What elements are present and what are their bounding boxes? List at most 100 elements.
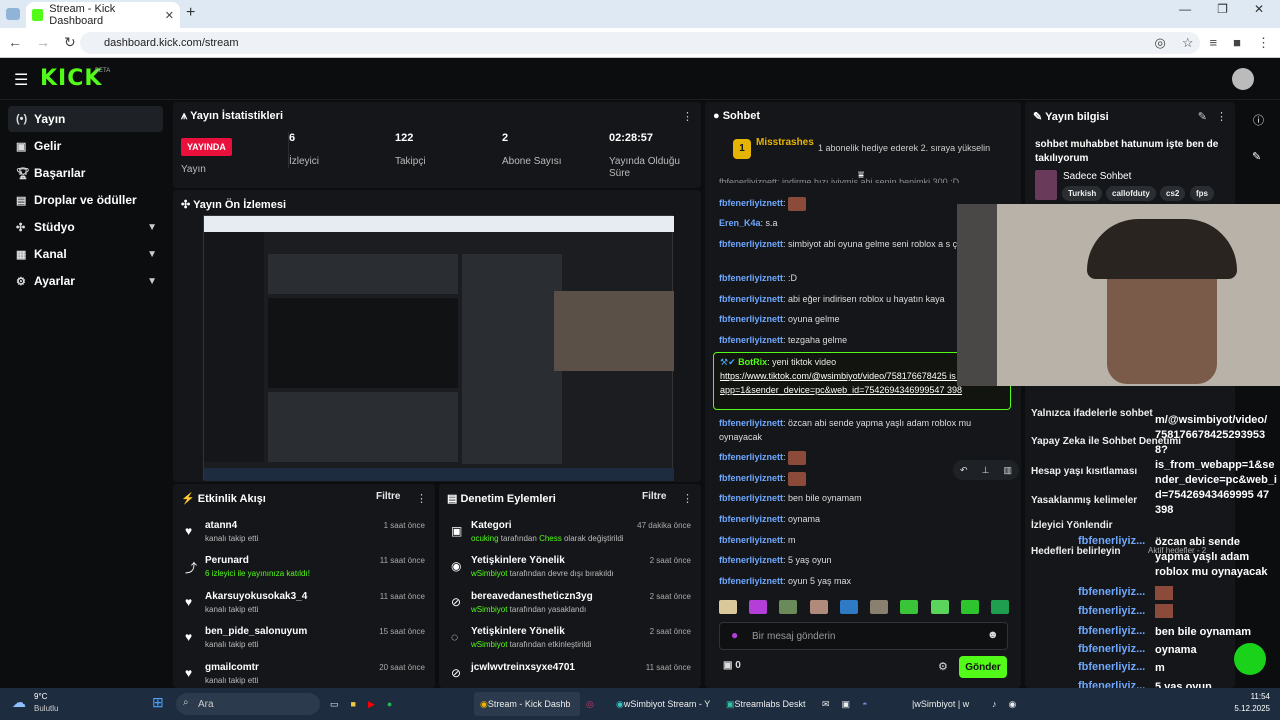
preview-browser-bar xyxy=(204,216,674,232)
stream-preview-video[interactable] xyxy=(203,215,674,481)
sidebar-item-ayarlar[interactable]: ⚙ Ayarlar ▼ xyxy=(8,268,163,294)
emote-icon[interactable] xyxy=(990,600,1009,614)
tab-search-icon[interactable] xyxy=(6,8,20,20)
bot-user[interactable]: BotRix xyxy=(738,357,767,367)
playlist-icon[interactable]: ≡ xyxy=(1210,35,1218,51)
reply-icon[interactable]: ↶ xyxy=(960,465,968,476)
activity-feed-panel: ⚡ Etkinlik Akışı Filtre ⋮ ♥ atann4 kanalı … xyxy=(173,484,435,688)
kick-logo[interactable]: KICK xyxy=(40,66,102,91)
emoji-icon[interactable]: ☻ xyxy=(987,629,999,641)
sidebar-item-yayin[interactable]: (•) Yayın xyxy=(8,106,163,132)
clock-date: 5.12.2025 xyxy=(1234,704,1270,713)
extension-icon[interactable]: ■ xyxy=(1233,35,1241,51)
app-icon[interactable]: ▣ xyxy=(842,699,851,710)
browser-tab[interactable]: Stream - Kick Dashboard ✕ xyxy=(26,2,180,28)
taskbar-app-stream[interactable]: |wSimbiyot | w xyxy=(912,692,984,716)
setting-goals[interactable]: Hedefleri belirleyin xyxy=(1031,546,1120,557)
emote-icon[interactable] xyxy=(870,600,889,614)
sidebar-item-studyo[interactable]: ✣ Stüdyo ▼ xyxy=(8,214,163,240)
taskbar-app-streamlabs[interactable]: ▣ Streamlabs Deskt xyxy=(722,692,814,716)
edit-pencil-icon[interactable]: ✎ xyxy=(1198,110,1207,123)
emote-icon[interactable] xyxy=(900,600,919,614)
url-field[interactable]: dashboard.kick.com/stream xyxy=(80,32,1200,54)
chat-message-cut: fbfenerliyiznett: indirme hızı iyiymiş a… xyxy=(719,177,960,183)
sidebar-item-gelir[interactable]: ▣ Gelir xyxy=(8,133,163,159)
emote-icon[interactable] xyxy=(839,600,858,614)
delete-icon[interactable]: ▥ xyxy=(1003,465,1012,476)
preview-taskbar xyxy=(204,468,674,481)
spotify-icon[interactable]: ● xyxy=(387,699,392,709)
info-icon[interactable]: ⓘ xyxy=(1253,112,1264,128)
setting-viewer-redirect[interactable]: İzleyici Yönlendir xyxy=(1031,520,1113,531)
eye-off-icon[interactable]: ◎ xyxy=(1155,35,1166,51)
chevron-down-icon: ▼ xyxy=(147,248,157,260)
chat-settings-gear-icon[interactable]: ⚙ xyxy=(938,660,948,673)
instagram-icon[interactable]: ◎ xyxy=(586,692,594,716)
raid-icon: ⤴ xyxy=(185,561,198,575)
minimize-icon[interactable]: — xyxy=(1179,2,1191,16)
maximize-icon[interactable]: ❐ xyxy=(1217,2,1228,16)
emote-icon xyxy=(788,471,807,486)
menu-icon[interactable]: ⋮ xyxy=(1257,35,1270,51)
setting-emote-only: Yalnızca ifadelerle sohbet xyxy=(1031,408,1153,419)
sidebar-item-basarilar[interactable]: 🏆︎ Başarılar xyxy=(8,160,163,186)
send-button[interactable]: Gönder xyxy=(959,656,1007,678)
activity-filter-button[interactable]: Filtre xyxy=(376,491,400,502)
emote-icon[interactable] xyxy=(930,600,949,614)
duration-label: Yayında Olduğu Süre xyxy=(609,156,680,179)
sidebar-item-kanal[interactable]: ▦ Kanal ▼ xyxy=(8,241,163,267)
chat-message: fbfenerliyiznett: m xyxy=(719,535,796,545)
taskbar-search[interactable]: Ara xyxy=(176,693,320,715)
mic-icon[interactable]: ● xyxy=(731,628,738,642)
chat-title: ● Sohbet xyxy=(713,110,760,122)
emote-icon[interactable] xyxy=(719,600,737,614)
edit-icon[interactable]: ✎ xyxy=(1252,150,1261,163)
tiktok-icon[interactable]: ♪ xyxy=(992,699,997,709)
new-tab-icon[interactable]: + xyxy=(186,4,195,22)
reload-icon[interactable]: ↻ xyxy=(64,34,76,51)
info-title: ✎ Yayın bilgisi xyxy=(1033,111,1109,123)
task-view-icon[interactable]: ▭ xyxy=(330,699,339,710)
chat-input[interactable]: Bir mesaj gönderin xyxy=(719,622,1008,650)
overlay-user: fbfenerliyiz... xyxy=(1078,586,1146,598)
more-options-icon[interactable]: ⋮ xyxy=(682,110,693,123)
file-explorer-icon[interactable]: ■ xyxy=(351,699,356,709)
channel-points[interactable]: ▣ 0 xyxy=(723,660,741,671)
hamburger-menu-icon[interactable]: ☰ xyxy=(14,70,28,90)
chat-message: fbfenerliyiznett: 5 yaş oyun xyxy=(719,555,832,565)
mail-icon[interactable]: ✉ xyxy=(822,699,830,710)
message-actions: ↶ ⊥ ▥ xyxy=(953,460,1019,480)
windows-start-icon[interactable]: ⊞ xyxy=(152,694,164,711)
moderation-panel: ▤ Denetim Eylemleri Filtre ⋮ ▣ Kategori oc… xyxy=(439,484,701,688)
setting-banned-words[interactable]: Yasaklanmış kelimeler xyxy=(1031,495,1137,506)
emote-icon[interactable] xyxy=(960,600,979,614)
category-name[interactable]: Sadece Sohbet xyxy=(1063,171,1131,182)
emote-icon[interactable] xyxy=(749,600,768,614)
bolt-icon: ⚡ xyxy=(181,493,198,505)
moderation-row: ◌ Yetişkinlere Yönelik wSimbiyot tarafında… xyxy=(451,626,691,649)
steam-icon[interactable]: ◉ xyxy=(1009,699,1017,710)
pinned-user[interactable]: Misstrashes xyxy=(756,137,814,148)
taskbar-app-chrome[interactable]: ◉ Stream - Kick Dashb xyxy=(474,692,580,716)
ban-icon: ⊘ xyxy=(451,666,462,680)
more-options-icon[interactable]: ⋮ xyxy=(682,492,693,505)
close-window-icon[interactable]: ✕ xyxy=(1254,2,1264,16)
bookmark-star-icon[interactable]: ☆ xyxy=(1182,35,1194,51)
emote-icon[interactable] xyxy=(779,600,798,614)
emote-icon[interactable] xyxy=(809,600,828,614)
sidebar-item-droplar[interactable]: ▤ Droplar ve ödüller xyxy=(8,187,163,213)
overlay-message: m xyxy=(1155,662,1165,674)
youtube-icon[interactable]: ▶ xyxy=(368,699,375,710)
user-avatar[interactable] xyxy=(1232,68,1254,90)
more-options-icon[interactable]: ⋮ xyxy=(416,492,427,505)
taskbar-app-edge[interactable]: ◉ wSimbiyot Stream - Y xyxy=(612,692,712,716)
moderation-filter-button[interactable]: Filtre xyxy=(642,491,666,502)
discord-icon[interactable]: ◓ xyxy=(862,699,867,709)
close-tab-icon[interactable]: ✕ xyxy=(165,9,174,22)
forward-icon[interactable]: → xyxy=(36,34,50,51)
overlay-emote-icon xyxy=(1155,586,1173,600)
pin-icon[interactable]: ⊥ xyxy=(982,465,990,476)
overlay-link: m/@wsimbiyot/video/758176678425293953 8? i… xyxy=(1155,414,1277,516)
back-icon[interactable]: ← xyxy=(8,34,22,51)
more-options-icon[interactable]: ⋮ xyxy=(1216,110,1227,123)
